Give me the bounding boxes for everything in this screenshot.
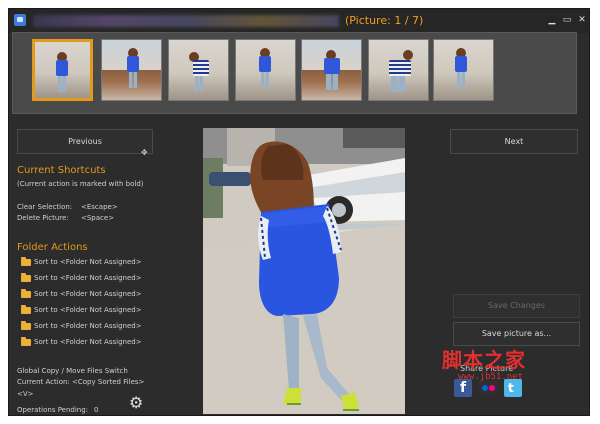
folder-icon: [21, 337, 31, 346]
current-shortcuts-heading: Current Shortcuts: [17, 165, 106, 176]
thumbnail-photo: [102, 40, 161, 100]
switch-key-label: <V>: [17, 390, 34, 398]
thumbnail-photo: [169, 40, 228, 100]
folder-icon: [21, 273, 31, 282]
next-button[interactable]: Next: [450, 129, 578, 154]
photo-girl-walking: [203, 128, 405, 414]
previous-button[interactable]: Previous: [17, 129, 153, 154]
delete-picture-label: Delete Picture:: [17, 214, 69, 222]
clear-selection-label: Clear Selection:: [17, 203, 73, 211]
folder-action-3[interactable]: Sort to <Folder Not Assigned>: [21, 289, 151, 300]
folder-action-label: Sort to <Folder Not Assigned>: [34, 306, 142, 314]
thumbnail-photo: [302, 40, 361, 100]
thumbnail-photo: [369, 40, 428, 100]
thumbnail-6[interactable]: [368, 39, 429, 101]
thumbnail-strip: [12, 32, 577, 114]
folder-action-6[interactable]: Sort to <Folder Not Assigned>: [21, 337, 151, 348]
folder-action-label: Sort to <Folder Not Assigned>: [34, 338, 142, 346]
app-icon: [14, 14, 26, 26]
watermark-url: www.jb51.net: [458, 372, 524, 382]
delete-picture-key: <Space>: [81, 214, 115, 222]
operations-pending-value: 0: [94, 406, 99, 414]
thumbnail-3[interactable]: [168, 39, 229, 101]
shortcuts-note: (Current action is marked with bold): [17, 180, 144, 188]
save-changes-button[interactable]: Save Changes: [453, 294, 580, 318]
folder-action-1[interactable]: Sort to <Folder Not Assigned>: [21, 257, 151, 268]
folder-action-label: Sort to <Folder Not Assigned>: [34, 274, 142, 282]
title-blurred: [33, 15, 339, 27]
thumbnail-5[interactable]: [301, 39, 362, 101]
thumbnail-photo: [236, 40, 295, 100]
folder-icon: [21, 305, 31, 314]
thumbnail-1[interactable]: [32, 39, 93, 101]
folder-actions-heading: Folder Actions: [17, 242, 88, 253]
folder-action-5[interactable]: Sort to <Folder Not Assigned>: [21, 321, 151, 332]
watermark-logo: 脚本之家: [442, 348, 526, 372]
close-button[interactable]: ✕: [577, 14, 587, 26]
folder-icon: [21, 321, 31, 330]
folder-icon: [21, 289, 31, 298]
settings-small-icon[interactable]: ✥: [141, 148, 148, 157]
operations-pending-label: Operations Pending:: [17, 406, 89, 414]
folder-action-label: Sort to <Folder Not Assigned>: [34, 258, 142, 266]
title-bar: (Picture: 1 / 7) ▁ ▭ ✕: [9, 9, 589, 33]
current-action-label: Current Action: <Copy Sorted Files>: [17, 378, 145, 386]
thumbnail-photo: [434, 40, 493, 100]
thumbnail-7[interactable]: [433, 39, 494, 101]
maximize-button[interactable]: ▭: [562, 14, 572, 26]
folder-action-2[interactable]: Sort to <Folder Not Assigned>: [21, 273, 151, 284]
thumbnail-photo: [35, 42, 90, 98]
minimize-button[interactable]: ▁: [547, 14, 557, 26]
global-switch-label: Global Copy / Move Files Switch: [17, 367, 128, 375]
thumbnail-4[interactable]: [235, 39, 296, 101]
thumbnail-2[interactable]: [101, 39, 162, 101]
folder-action-label: Sort to <Folder Not Assigned>: [34, 322, 142, 330]
clear-selection-key: <Escape>: [81, 203, 118, 211]
picture-counter: (Picture: 1 / 7): [345, 14, 424, 27]
folder-action-4[interactable]: Sort to <Folder Not Assigned>: [21, 305, 151, 316]
folder-action-label: Sort to <Folder Not Assigned>: [34, 290, 142, 298]
main-picture: [203, 128, 405, 414]
gear-icon[interactable]: ⚙: [129, 395, 143, 411]
save-picture-as-button[interactable]: Save picture as...: [453, 322, 580, 346]
folder-icon: [21, 257, 31, 266]
